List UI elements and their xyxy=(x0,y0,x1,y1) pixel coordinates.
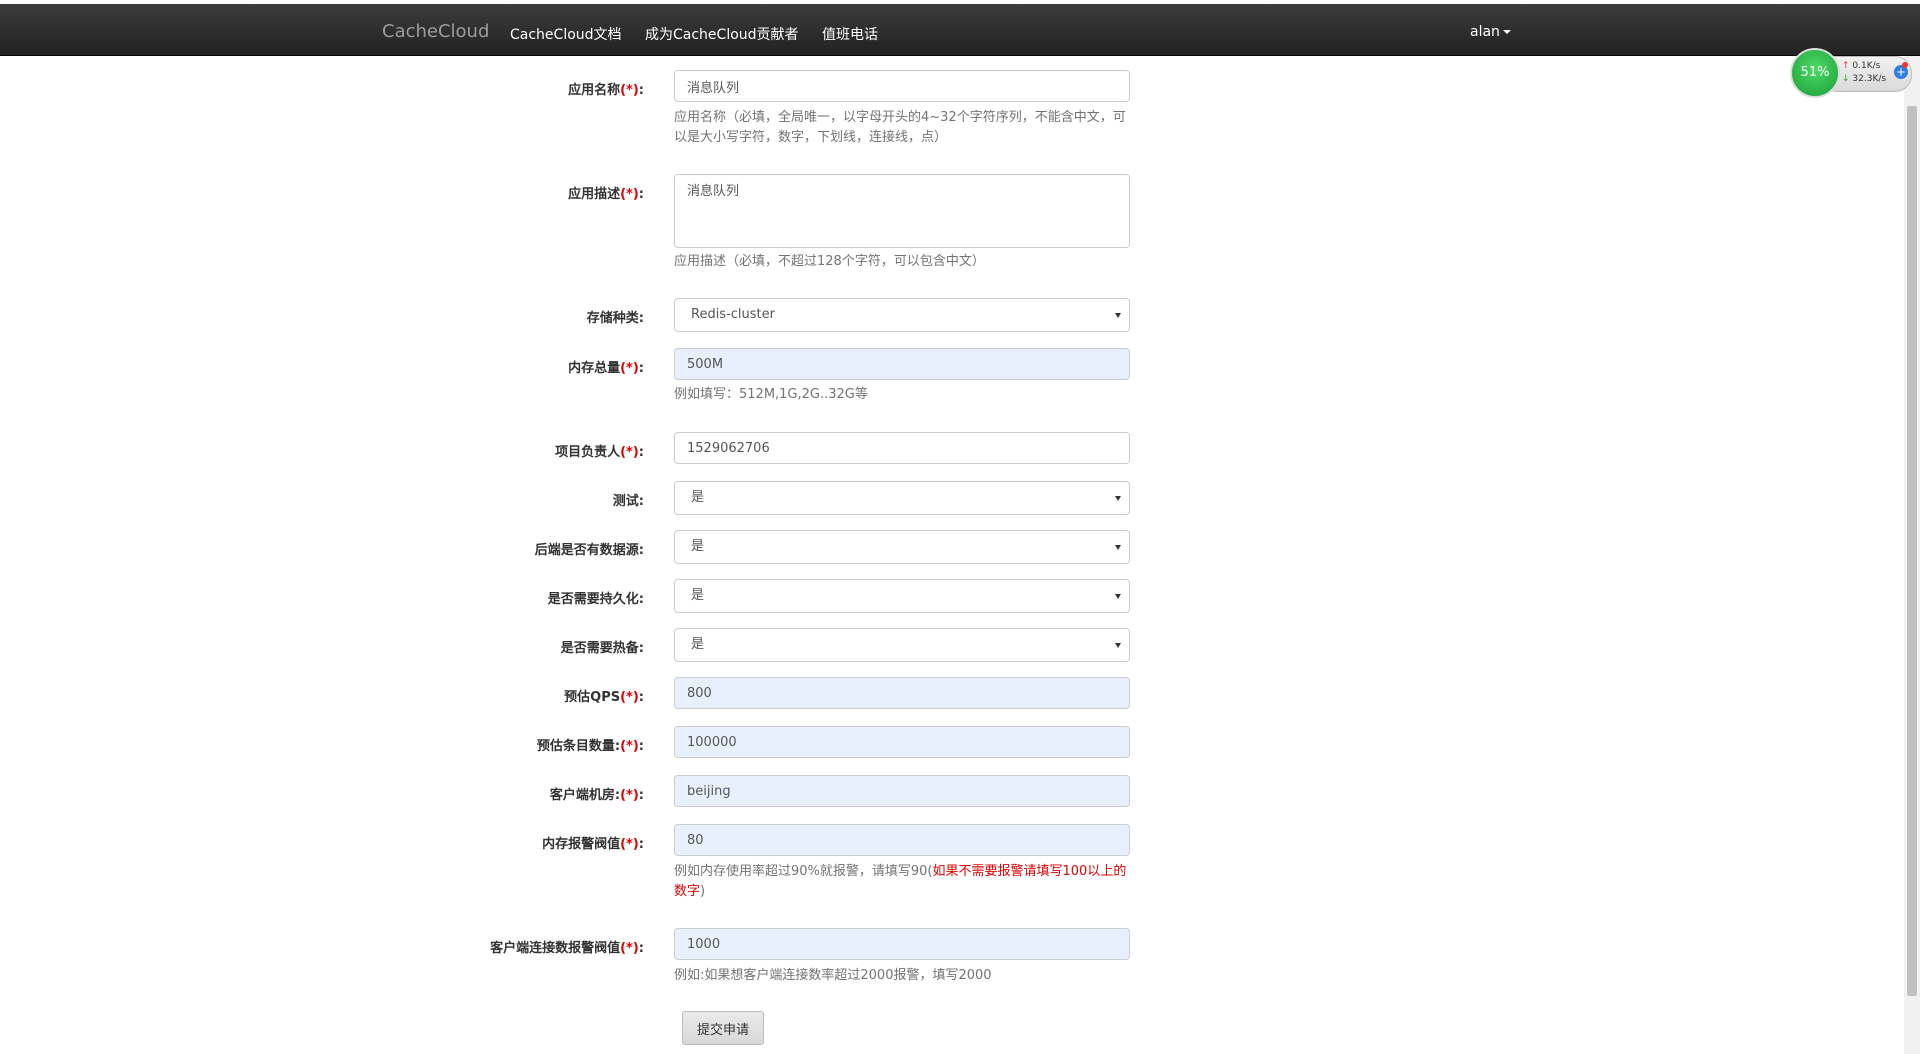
test-select[interactable]: 是 xyxy=(674,481,1130,515)
item-count-input[interactable] xyxy=(674,726,1130,758)
item-count-label: 预估条目数量:(*): xyxy=(536,739,644,754)
app-desc-help: 应用描述（必填，不超过128个字符，可以包含中文） xyxy=(674,254,985,269)
memory-total-label: 内存总量(*): xyxy=(568,361,644,376)
download-arrow-icon: ↓ xyxy=(1842,74,1850,84)
notification-dot-icon xyxy=(1902,62,1908,68)
brand-link[interactable]: CacheCloud xyxy=(382,21,489,42)
network-speed-widget[interactable]: 51% ↑ 0.1K/s ↓ 32.3K/s + xyxy=(1790,48,1912,98)
memory-alert-label: 内存报警阀值(*): xyxy=(542,837,644,852)
client-conn-alert-label: 客户端连接数报警阀值(*): xyxy=(490,941,644,956)
persistence-select[interactable]: 是 xyxy=(674,579,1130,613)
client-room-input[interactable] xyxy=(674,775,1130,807)
dropdown-arrow-icon xyxy=(1115,545,1121,550)
dropdown-arrow-icon xyxy=(1115,313,1121,318)
qps-input[interactable] xyxy=(674,677,1130,709)
user-menu[interactable]: alan xyxy=(1470,24,1511,40)
backend-source-label: 后端是否有数据源: xyxy=(534,543,644,558)
owner-label: 项目负责人(*): xyxy=(555,445,644,460)
test-label: 测试: xyxy=(612,494,644,509)
storage-type-select[interactable]: Redis-cluster xyxy=(674,298,1130,332)
memory-alert-input[interactable] xyxy=(674,824,1130,856)
hot-standby-select[interactable]: 是 xyxy=(674,628,1130,662)
nav-link-oncall[interactable]: 值班电话 xyxy=(822,24,878,44)
qps-label: 预估QPS(*): xyxy=(564,690,644,705)
navbar: CacheCloud CacheCloud文档 成为CacheCloud贡献者 … xyxy=(0,4,1920,56)
hot-standby-value: 是 xyxy=(691,637,705,652)
owner-input[interactable] xyxy=(674,432,1130,464)
client-conn-alert-input[interactable] xyxy=(674,928,1130,960)
download-speed: 32.3K/s xyxy=(1852,74,1887,84)
memory-total-help: 例如填写：512M,1G,2G..32G等 xyxy=(674,387,868,402)
app-name-label: 应用名称(*): xyxy=(568,83,644,98)
upload-speed: 0.1K/s xyxy=(1852,61,1881,71)
backend-source-select[interactable]: 是 xyxy=(674,530,1130,564)
storage-type-value: Redis-cluster xyxy=(691,307,775,322)
app-desc-textarea[interactable]: 消息队列 xyxy=(674,174,1130,248)
persistence-label: 是否需要持久化: xyxy=(547,592,644,607)
app-desc-label: 应用描述(*): xyxy=(568,187,644,202)
dropdown-arrow-icon xyxy=(1115,496,1121,501)
user-name: alan xyxy=(1470,24,1500,40)
memory-alert-help: 例如内存使用率超过90%就报警，请填写90(如果不需要报警请填写100以上的数字… xyxy=(674,864,1127,899)
nav-link-docs[interactable]: CacheCloud文档 xyxy=(510,24,622,44)
submit-application-button[interactable]: 提交申请 xyxy=(682,1011,764,1045)
speed-readout: ↑ 0.1K/s ↓ 32.3K/s xyxy=(1842,60,1886,86)
scrollbar-thumb[interactable] xyxy=(1907,106,1917,996)
hot-standby-label: 是否需要热备: xyxy=(560,641,644,656)
memory-total-input[interactable] xyxy=(674,348,1130,380)
cpu-percent-badge: 51% xyxy=(1790,48,1840,98)
storage-type-label: 存储种类: xyxy=(586,311,644,326)
upload-arrow-icon: ↑ xyxy=(1842,61,1850,71)
app-name-input[interactable] xyxy=(674,70,1130,102)
caret-down-icon xyxy=(1502,30,1511,34)
test-value: 是 xyxy=(691,490,705,505)
client-room-label: 客户端机房:(*): xyxy=(549,788,644,803)
app-name-help: 应用名称（必填，全局唯一，以字母开头的4~32个字符序列，不能含中文，可以是大小… xyxy=(674,110,1126,145)
dropdown-arrow-icon xyxy=(1115,594,1121,599)
persistence-value: 是 xyxy=(691,588,705,603)
dropdown-arrow-icon xyxy=(1115,643,1121,648)
client-conn-alert-help: 例如:如果想客户端连接数率超过2000报警，填写2000 xyxy=(674,968,992,983)
nav-link-contributor[interactable]: 成为CacheCloud贡献者 xyxy=(645,24,799,44)
page-scrollbar[interactable] xyxy=(1904,56,1920,1054)
backend-source-value: 是 xyxy=(691,539,705,554)
